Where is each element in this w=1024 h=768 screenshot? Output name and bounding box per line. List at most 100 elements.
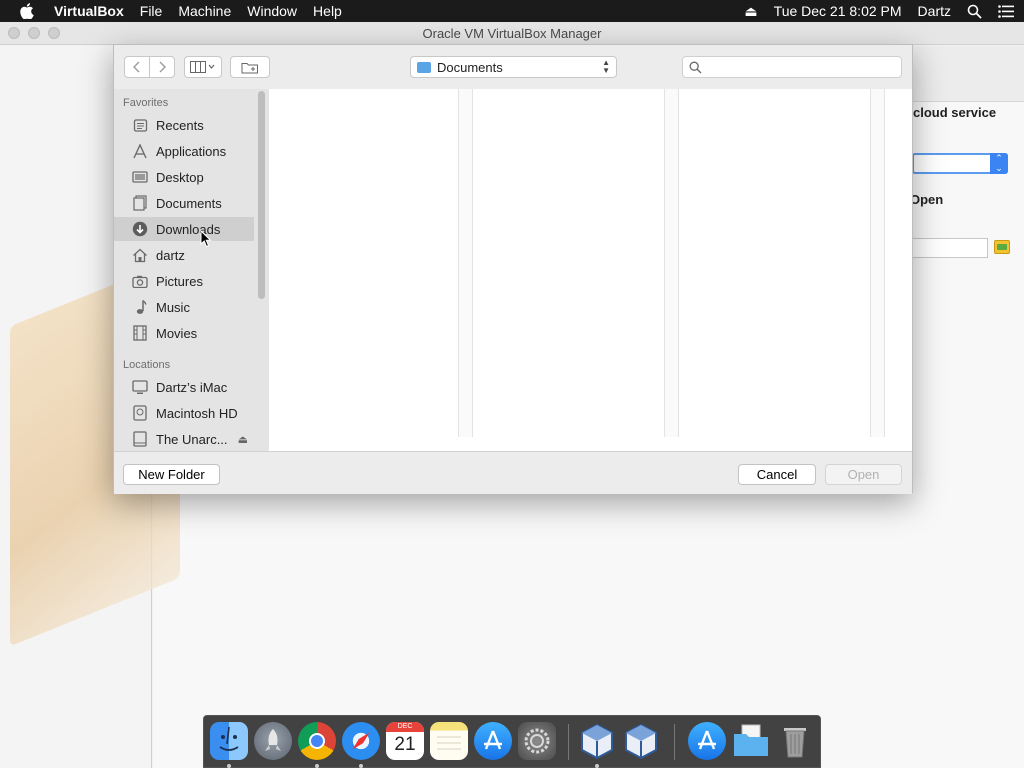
window-controls [8,27,68,39]
cancel-button[interactable]: Cancel [738,464,816,485]
app-store-folder-icon[interactable] [688,722,726,760]
menubar-user[interactable]: Dartz [918,3,951,19]
sidebar-item-imac[interactable]: Dartz’s iMac [114,375,254,399]
launchpad-icon[interactable] [254,722,292,760]
sidebar-item-pictures[interactable]: Pictures [114,269,254,293]
open-button[interactable]: Open [825,464,902,485]
sidebar-item-downloads[interactable]: Downloads [114,217,254,241]
downloads-folder-icon[interactable] [732,722,770,760]
running-indicator [315,764,319,768]
folder-icon [417,61,431,73]
chevron-right-icon [159,61,166,73]
sidebar-item-label: The Unarc... [156,431,228,447]
apple-icon [20,3,34,19]
sidebar-item-label: Desktop [156,169,204,185]
pictures-icon [132,273,148,289]
apple-menu[interactable] [0,3,54,19]
virtualbox-icon[interactable] [578,722,616,760]
vbox-window-title: Oracle VM VirtualBox Manager [422,25,602,41]
menu-window[interactable]: Window [239,3,305,19]
menubar-clock[interactable]: Tue Dec 21 8:02 PM [774,3,902,19]
eject-icon[interactable]: ⏏ [238,433,248,446]
recents-icon [132,117,148,133]
app-store-icon[interactable] [474,722,512,760]
forward-button[interactable] [149,56,175,78]
browser-column-1[interactable] [269,89,459,437]
sidebar-item-disk-image[interactable]: The Unarc... ⏏ [114,427,254,451]
vbox-titlebar[interactable]: Oracle VM VirtualBox Manager [0,22,1024,45]
mouse-cursor-icon [200,230,212,248]
column-resize-handle[interactable] [665,89,679,437]
vbox-file-field[interactable] [912,238,988,258]
downloads-icon [132,221,148,237]
menu-machine[interactable]: Machine [170,3,239,19]
safari-icon[interactable] [342,722,380,760]
browser-column-3[interactable] [679,89,871,437]
dock-separator [568,724,569,760]
sidebar-item-macintosh-hd[interactable]: Macintosh HD [114,401,254,425]
back-button[interactable] [124,56,150,78]
minimize-button[interactable] [28,27,40,39]
sidebar-item-label: Recents [156,117,204,133]
notification-center-icon[interactable] [998,4,1014,18]
sidebar-item-label: Macintosh HD [156,405,238,421]
sidebar-item-documents[interactable]: Documents [114,191,254,215]
close-button[interactable] [8,27,20,39]
hard-drive-icon [132,405,148,421]
popup-arrows-icon: ▲ ▼ [602,58,610,75]
sidebar-item-movies[interactable]: Movies [114,321,254,345]
sidebar-item-music[interactable]: Music [114,295,254,319]
new-folder-icon [241,62,258,73]
location-label: Documents [437,59,503,75]
desktop-icon [132,169,148,185]
select-stepper-icon: ⌃ ⌄ [990,153,1008,174]
sidebar-item-label: Pictures [156,273,203,289]
dialog-sidebar: Favorites Recents Applications Desktop D… [114,89,269,451]
dock-separator [674,724,675,760]
movies-icon [132,325,148,341]
menu-file[interactable]: File [132,3,171,19]
running-indicator [595,764,599,768]
notes-icon[interactable] [430,722,468,760]
trash-icon[interactable] [776,722,814,760]
sidebar-item-label: Music [156,299,190,315]
menu-app-name[interactable]: VirtualBox [54,3,132,19]
browser-column-2[interactable] [473,89,665,437]
calendar-day: 21 [394,734,416,755]
new-folder-toolbar-button[interactable] [230,56,270,78]
favorites-heading: Favorites [123,97,169,109]
column-resize-handle[interactable] [871,89,885,437]
view-mode-button[interactable] [184,56,222,78]
location-popup[interactable]: Documents ▲ ▼ [410,56,617,78]
sidebar-item-home[interactable]: dartz [114,243,254,267]
sidebar-item-desktop[interactable]: Desktop [114,165,254,189]
sidebar-item-label: dartz [156,247,185,263]
vbox-source-select[interactable]: ⌃ ⌄ [912,153,1008,174]
column-resize-handle[interactable] [459,89,473,437]
spotlight-icon[interactable] [967,4,982,19]
system-preferences-icon[interactable] [518,722,556,760]
eject-menu-icon[interactable]: ⏏ [744,3,757,20]
running-indicator [359,764,363,768]
virtualbox-icon[interactable] [622,722,660,760]
imac-icon [132,379,148,395]
search-field[interactable] [682,56,902,78]
new-folder-button[interactable]: New Folder [123,464,220,485]
finder-icon[interactable] [210,722,248,760]
search-input[interactable] [706,58,896,76]
cloud-service-label: cloud service [913,105,997,120]
sidebar-item-label: Documents [156,195,222,211]
sidebar-scrollbar[interactable] [258,91,265,299]
zoom-button[interactable] [48,27,60,39]
dialog-button-bar: New Folder Cancel Open [114,451,912,494]
dock: DEC 21 [203,715,821,768]
column-view-icon [190,61,215,73]
sidebar-item-label: Movies [156,325,198,341]
applications-icon [132,143,148,159]
calendar-icon[interactable]: DEC 21 [386,722,424,760]
sidebar-item-applications[interactable]: Applications [114,139,254,163]
sidebar-item-recents[interactable]: Recents [114,113,254,137]
menu-help[interactable]: Help [305,3,350,19]
chrome-icon[interactable] [298,722,336,760]
choose-file-folder-icon[interactable] [994,240,1010,254]
